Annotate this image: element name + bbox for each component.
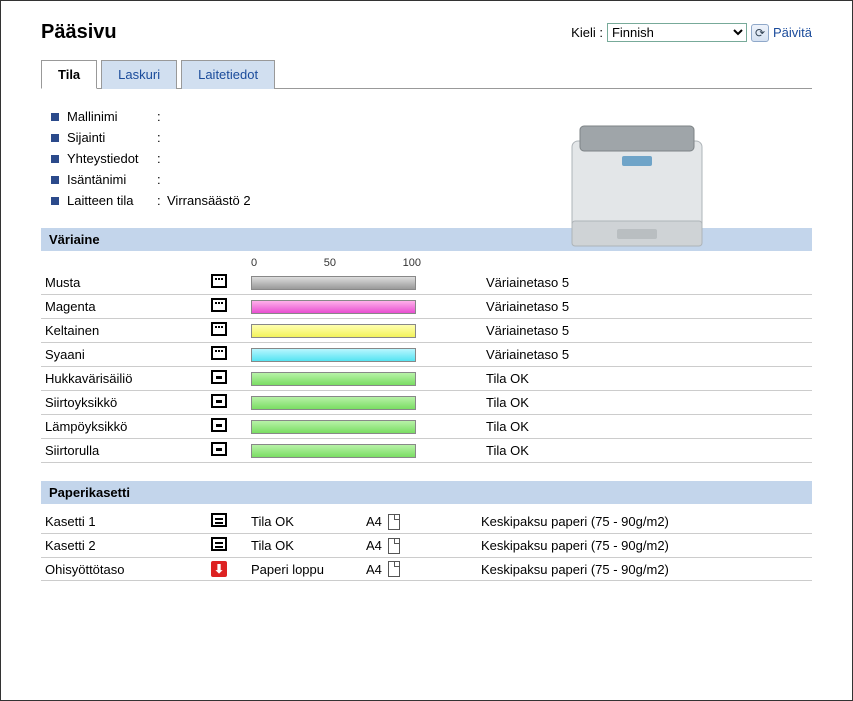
toner-icon	[211, 346, 227, 360]
paper-type: Keskipaksu paperi (75 - 90g/m2)	[481, 562, 812, 577]
printer-image	[562, 111, 712, 256]
toner-status: Väriainetaso 5	[486, 299, 812, 314]
tab-device-info[interactable]: Laitetiedot	[181, 60, 275, 89]
toner-name: Siirtorulla	[41, 443, 211, 458]
unit-icon	[211, 442, 227, 456]
tray-icon	[211, 513, 227, 527]
info-label: Mallinimi	[67, 109, 157, 124]
level-bar	[251, 420, 416, 434]
paper-row: Ohisyöttötaso⬇ Paperi loppuA4 Keskipaksu …	[41, 558, 812, 581]
toner-row: Hukkavärisäiliö Tila OK	[41, 367, 812, 391]
toner-status: Tila OK	[486, 395, 812, 410]
language-area: Kieli : Finnish ⟳ Päivitä	[571, 23, 812, 42]
info-label: Sijainti	[67, 130, 157, 145]
paper-size: A4	[366, 561, 481, 577]
paper-table: Kasetti 1Tila OKA4 Keskipaksu paperi (75…	[41, 510, 812, 581]
tab-counter[interactable]: Laskuri	[101, 60, 177, 89]
refresh-label: Päivitä	[773, 25, 812, 40]
header-row: Pääsivu Kieli : Finnish ⟳ Päivitä	[41, 21, 812, 44]
unit-icon	[211, 370, 227, 384]
language-label: Kieli :	[571, 25, 603, 40]
toner-icon	[211, 274, 227, 288]
level-bar	[251, 444, 416, 458]
level-bar	[251, 372, 416, 386]
tray-name: Kasetti 1	[41, 514, 211, 529]
paper-size-icon	[388, 561, 400, 577]
bullet-icon	[51, 176, 59, 184]
toner-status: Väriainetaso 5	[486, 347, 812, 362]
level-bar	[251, 348, 416, 362]
tabs: Tila Laskuri Laitetiedot	[41, 59, 812, 89]
bullet-icon	[51, 197, 59, 205]
paper-section-header: Paperikasetti	[41, 481, 812, 504]
toner-status: Tila OK	[486, 443, 812, 458]
bullet-icon	[51, 134, 59, 142]
paper-size: A4	[366, 514, 481, 530]
paper-type: Keskipaksu paperi (75 - 90g/m2)	[481, 538, 812, 553]
refresh-icon: ⟳	[751, 24, 769, 42]
paper-row: Kasetti 2 Tila OKA4 Keskipaksu paperi (75…	[41, 534, 812, 558]
tray-status: Tila OK	[251, 514, 366, 529]
level-bar	[251, 300, 416, 314]
toner-name: Magenta	[41, 299, 211, 314]
tray-status: Tila OK	[251, 538, 366, 553]
toner-name: Keltainen	[41, 323, 211, 338]
level-bar	[251, 396, 416, 410]
toner-row: Magenta Väriainetaso 5	[41, 295, 812, 319]
paper-row: Kasetti 1 Tila OKA4 Keskipaksu paperi (75…	[41, 510, 812, 534]
page-title: Pääsivu	[41, 21, 117, 44]
toner-icon	[211, 322, 227, 336]
toner-row: Lämpöyksikkö Tila OK	[41, 415, 812, 439]
toner-row: Siirtoyksikkö Tila OK	[41, 391, 812, 415]
toner-row: Syaani Väriainetaso 5	[41, 343, 812, 367]
toner-status: Väriainetaso 5	[486, 275, 812, 290]
refresh-link[interactable]: ⟳ Päivitä	[751, 24, 812, 42]
info-value: Virransäästö 2	[167, 193, 251, 208]
page-root: Pääsivu Kieli : Finnish ⟳ Päivitä Tila L…	[0, 0, 853, 701]
tab-status[interactable]: Tila	[41, 60, 97, 89]
scale-100: 100	[403, 257, 421, 269]
info-label: Isäntänimi	[67, 172, 157, 187]
language-select[interactable]: Finnish	[607, 23, 747, 42]
level-bar	[251, 324, 416, 338]
info-label: Yhteystiedot	[67, 151, 157, 166]
tray-name: Kasetti 2	[41, 538, 211, 553]
toner-name: Syaani	[41, 347, 211, 362]
tray-name: Ohisyöttötaso	[41, 562, 211, 577]
toner-row: Musta Väriainetaso 5	[41, 271, 812, 295]
paper-type: Keskipaksu paperi (75 - 90g/m2)	[481, 514, 812, 529]
paper-size-icon	[388, 538, 400, 554]
tray-empty-icon: ⬇	[211, 561, 227, 577]
toner-name: Lämpöyksikkö	[41, 419, 211, 434]
toner-row: Siirtorulla Tila OK	[41, 439, 812, 463]
unit-icon	[211, 418, 227, 432]
tray-icon	[211, 537, 227, 551]
bullet-icon	[51, 113, 59, 121]
scale-50: 50	[324, 257, 336, 269]
toner-scale: 0 50 100	[41, 257, 812, 269]
toner-name: Siirtoyksikkö	[41, 395, 211, 410]
tray-status: Paperi loppu	[251, 562, 366, 577]
toner-status: Väriainetaso 5	[486, 323, 812, 338]
paper-size: A4	[366, 538, 481, 554]
toner-icon	[211, 298, 227, 312]
toner-status: Tila OK	[486, 371, 812, 386]
scale-0: 0	[251, 257, 257, 269]
toner-status: Tila OK	[486, 419, 812, 434]
bullet-icon	[51, 155, 59, 163]
toner-table: Musta Väriainetaso 5 Magenta Väriainetaso 5…	[41, 271, 812, 463]
unit-icon	[211, 394, 227, 408]
toner-name: Hukkavärisäiliö	[41, 371, 211, 386]
level-bar	[251, 276, 416, 290]
paper-size-icon	[388, 514, 400, 530]
toner-row: Keltainen Väriainetaso 5	[41, 319, 812, 343]
toner-name: Musta	[41, 275, 211, 290]
info-label: Laitteen tila	[67, 193, 157, 208]
